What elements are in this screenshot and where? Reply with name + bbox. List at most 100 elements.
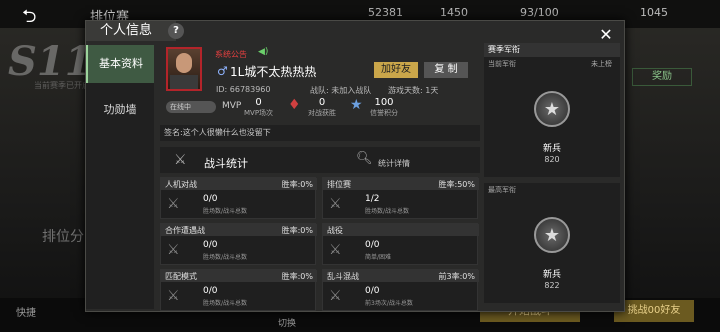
mode-name: 人机对战 xyxy=(165,180,197,189)
stat-mvp: 0 MVP场次 xyxy=(244,97,273,118)
win-count: 0/0 xyxy=(365,240,380,250)
diamond-amount: 1450 xyxy=(440,6,468,19)
male-icon: ♂ xyxy=(217,64,228,78)
stat-cell-ranked: 排位赛 胜率:50% ⚔ 1/2 胜场数/战斗总数 xyxy=(322,177,479,219)
magnifier-icon[interactable]: 🔍︎ xyxy=(356,151,373,166)
stats-detail-link[interactable]: 统计详情 xyxy=(378,158,410,169)
avatar-body xyxy=(170,75,198,89)
side-nav: 基本资料 功勋墙 xyxy=(86,45,154,309)
win-count: 0/0 xyxy=(203,194,218,204)
mvp-value: 0 xyxy=(255,97,262,108)
signature: 签名:这个人很懒什么也没留下 xyxy=(160,125,480,141)
win-rate: 胜率:50% xyxy=(438,180,475,189)
crossed-guns-icon: ⚔ xyxy=(167,242,180,258)
mode-name: 乱斗混战 xyxy=(327,272,359,281)
invite-friend-button[interactable]: 挑战00好友 xyxy=(614,300,694,322)
highest-rank-points: 822 xyxy=(544,281,560,290)
stat-credit: 100 信誉积分 xyxy=(370,97,398,118)
play-days: 游戏天数: 1天 xyxy=(388,86,439,95)
crossed-guns-icon: ⚔ xyxy=(167,288,180,304)
cell-header: 战役 xyxy=(323,224,479,236)
win-rate: 胜率:0% xyxy=(281,272,313,281)
gold-amount: 52381 xyxy=(368,6,403,19)
win-rate: 胜率:0% xyxy=(281,226,313,235)
system-notice: 系统公告 xyxy=(215,50,247,59)
team-info: 战队: 未加入战队 xyxy=(310,86,372,95)
cell-header: 排位赛 胜率:50% xyxy=(323,178,479,190)
crossed-guns-icon: ⚔ xyxy=(329,288,342,304)
highest-rank-label: 最高军衔 xyxy=(488,186,516,194)
wins-label: 对战获胜 xyxy=(308,109,336,117)
current-rank-label: 当前军衔 xyxy=(488,60,516,68)
star-icon: ★ xyxy=(543,99,561,120)
stamina-amount: 93/100 xyxy=(520,6,559,19)
reward-button[interactable]: 奖励 xyxy=(632,68,692,86)
star-icon: ★ xyxy=(350,97,363,113)
current-rank-points: 820 xyxy=(544,155,560,164)
win-count: 1/2 xyxy=(365,194,380,204)
win-count-label: 前3场次/战斗总数 xyxy=(365,300,413,307)
stat-cell-match: 匹配模式 胜率:0% ⚔ 0/0 胜场数/战斗总数 xyxy=(160,269,317,311)
win-rate: 前3率:0% xyxy=(438,272,475,281)
mvp-icon: MVP xyxy=(222,101,242,111)
mode-name: 排位赛 xyxy=(327,180,351,189)
profile-dialog: 个人信息 ? ✕ 基本资料 功勋墙 系统公告 ◀) ♂ 1L城不太热热热 加好友… xyxy=(85,20,625,312)
crossed-guns-icon: ⚔ xyxy=(174,152,187,168)
mode-name: 战役 xyxy=(327,226,343,235)
player-name: 1L城不太热热热 xyxy=(230,65,317,79)
switch-button[interactable]: 切换 xyxy=(278,316,296,329)
player-id: ID: 66783960 xyxy=(216,85,271,94)
win-count: 0/0 xyxy=(365,286,380,296)
win-count-label: 胜场数/战斗总数 xyxy=(203,254,248,261)
mode-name: 合作遭遇战 xyxy=(165,226,205,235)
rank-points-label: 排位分 xyxy=(42,229,84,245)
stat-cell-brawl: 乱斗混战 前3率:0% ⚔ 0/0 前3场次/战斗总数 xyxy=(322,269,479,311)
add-friend-button[interactable]: 加好友 xyxy=(374,62,418,78)
win-rate: 胜率:0% xyxy=(281,180,313,189)
speaker-icon[interactable]: ◀) xyxy=(258,47,268,57)
star-icon: ★ xyxy=(543,225,561,246)
highest-rank-name: 新兵 xyxy=(542,270,561,280)
win-count: 0/0 xyxy=(203,286,218,296)
rank-badge-icon: ★ xyxy=(534,217,570,253)
avatar-face xyxy=(176,53,192,73)
credit-label: 信誉积分 xyxy=(370,109,398,117)
current-rank-name: 新兵 xyxy=(542,144,561,154)
season-logo: S11 xyxy=(8,38,93,85)
quick-chat-button[interactable]: 快捷 xyxy=(16,304,36,319)
online-status: 在线中 xyxy=(166,101,216,113)
dialog-title: 个人信息 xyxy=(86,21,176,41)
nav-basic-info[interactable]: 基本资料 xyxy=(86,45,154,83)
season-rank-panel: 赛季军衔 当前军衔 未上榜 ★ 新兵 820 最高军衔 ★ 新兵 822 xyxy=(484,43,620,309)
win-count-label: 胜场数/战斗总数 xyxy=(203,208,248,215)
ticket-amount: 1045 xyxy=(640,6,668,19)
current-rank: 当前军衔 未上榜 ★ 新兵 820 xyxy=(484,57,620,177)
help-icon[interactable]: ? xyxy=(168,23,184,39)
battle-stats-title: 战斗统计 xyxy=(204,157,248,170)
win-count: 0/0 xyxy=(203,240,218,250)
cell-header: 匹配模式 胜率:0% xyxy=(161,270,317,282)
cell-header: 乱斗混战 前3率:0% xyxy=(323,270,479,282)
back-arrow-icon[interactable]: ⮌ xyxy=(22,4,36,34)
avatar[interactable] xyxy=(166,47,202,91)
win-count-label: 胜场数/战斗总数 xyxy=(203,300,248,307)
rank-status: 未上榜 xyxy=(591,60,612,68)
cell-header: 合作遭遇战 胜率:0% xyxy=(161,224,317,236)
wins-value: 0 xyxy=(318,97,326,108)
stat-cell-pve: 人机对战 胜率:0% ⚔ 0/0 胜场数/战斗总数 xyxy=(160,177,317,219)
heart-icon: ♦ xyxy=(288,97,301,113)
rank-badge-icon: ★ xyxy=(534,91,570,127)
crossed-guns-icon: ⚔ xyxy=(329,242,342,258)
highest-rank: 最高军衔 ★ 新兵 822 xyxy=(484,183,620,303)
win-count-label: 胜场数/战斗总数 xyxy=(365,208,410,215)
cell-header: 人机对战 胜率:0% xyxy=(161,178,317,190)
crossed-guns-icon: ⚔ xyxy=(329,196,342,212)
mvp-label: MVP场次 xyxy=(244,109,274,117)
close-button[interactable]: ✕ xyxy=(591,25,621,45)
credit-value: 100 xyxy=(374,97,394,108)
mode-name: 匹配模式 xyxy=(165,272,197,281)
copy-button[interactable]: 复 制 xyxy=(424,62,468,78)
win-count-label: 简单/困难 xyxy=(365,254,392,261)
rank-panel-title: 赛季军衔 xyxy=(484,43,620,57)
nav-merit-wall[interactable]: 功勋墙 xyxy=(86,91,154,129)
